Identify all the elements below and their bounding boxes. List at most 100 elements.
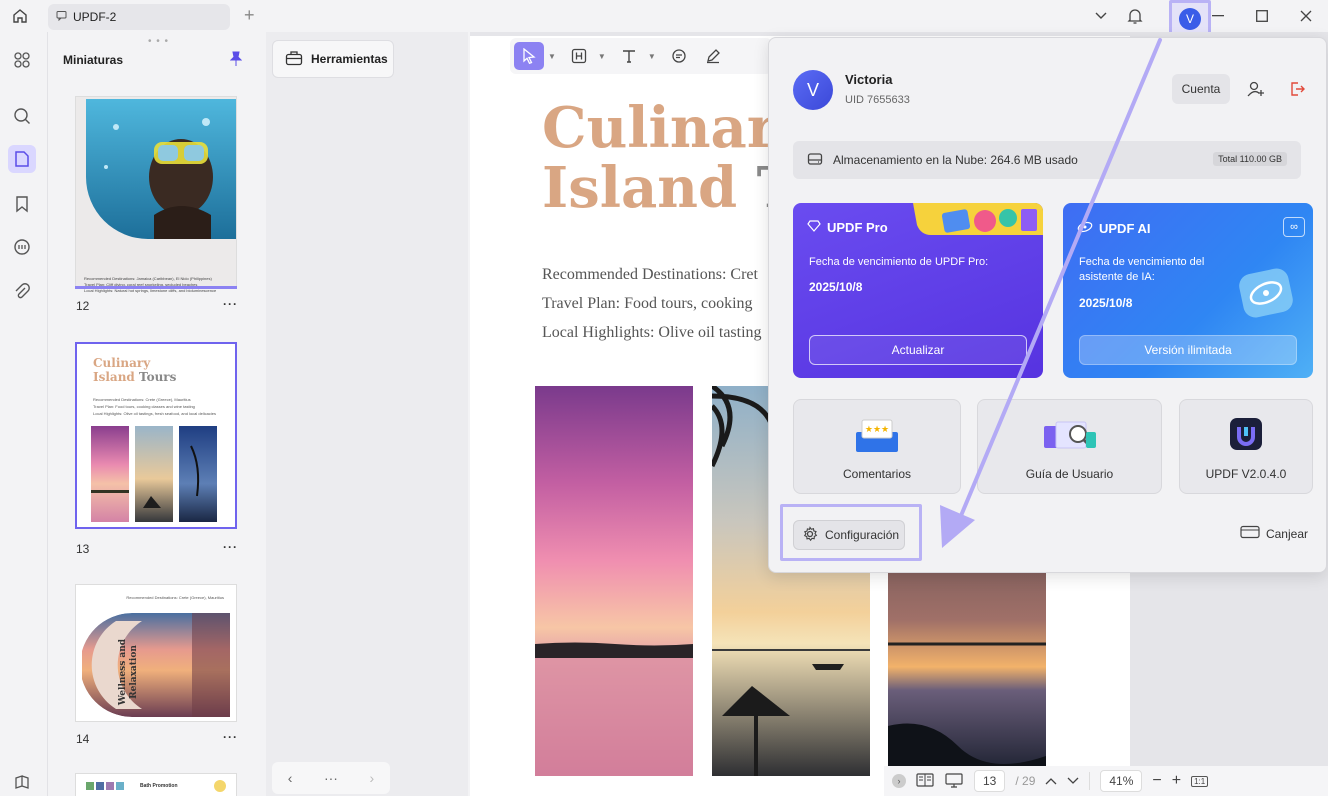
more-icon[interactable]: ··· <box>223 297 238 311</box>
tools-button[interactable]: Herramientas <box>272 40 394 78</box>
account-button[interactable]: Cuenta <box>1172 74 1230 104</box>
comment-tool-icon[interactable] <box>664 42 694 70</box>
select-tool-icon[interactable] <box>514 42 544 70</box>
panel-title: Miniaturas <box>63 53 124 67</box>
thumb-header: Recommended Destinations: Crete (Greece)… <box>126 595 224 600</box>
thumb-line: Travel Plan: Food tours, cooking classes… <box>93 404 195 409</box>
bell-icon[interactable] <box>1118 0 1152 32</box>
thumb-line: Local Highlights: Olive oil tastings, fr… <box>93 411 216 416</box>
user-guide-tile[interactable]: Guía de Usuario <box>977 399 1162 494</box>
sun-icon <box>214 780 226 792</box>
organize-pages-icon[interactable] <box>8 46 36 74</box>
chevron-down-icon[interactable] <box>1084 0 1118 32</box>
attachment-icon[interactable] <box>8 278 36 306</box>
chevron-down-icon[interactable]: ▼ <box>598 52 606 61</box>
thumbnail-number: 13 <box>76 542 90 556</box>
thumb-title: Wellness and Relaxation <box>118 638 139 706</box>
comments-panel-icon[interactable] <box>8 233 36 261</box>
thumbnail-number: 12 <box>76 299 90 313</box>
reading-mode-icon[interactable] <box>916 772 934 790</box>
thumb-title-word: Tours <box>139 370 177 384</box>
text-tool-icon[interactable] <box>614 42 644 70</box>
home-icon[interactable] <box>8 5 32 27</box>
logout-icon[interactable] <box>1286 78 1308 100</box>
zoom-in-icon[interactable]: + <box>1172 772 1181 790</box>
document-text-line: Local Highlights: Olive oil tasting <box>542 324 762 341</box>
comment-icon <box>56 10 67 24</box>
thumbnail-number: 14 <box>76 732 90 746</box>
pen-tool-icon[interactable] <box>698 42 728 70</box>
pin-icon[interactable] <box>229 51 243 70</box>
upgrade-button[interactable]: Actualizar <box>809 335 1027 365</box>
tile-label: Guía de Usuario <box>1025 467 1114 481</box>
thumbnails-icon[interactable] <box>8 145 36 173</box>
actual-size-icon[interactable]: 1:1 <box>1191 775 1209 787</box>
tools-panel: Herramientas ‹ ··· › <box>266 32 468 796</box>
updf-logo-icon <box>1230 418 1262 450</box>
user-avatar[interactable]: V <box>1179 7 1201 30</box>
thumbnail-page-14[interactable]: Recommended Destinations: Crete (Greece)… <box>75 584 237 722</box>
thumbnail-image <box>86 99 236 239</box>
maximize-icon[interactable] <box>1240 0 1284 32</box>
settings-highlight <box>780 504 922 561</box>
page-progress-indicator <box>75 286 237 289</box>
card-title: UPDF Pro <box>807 220 888 235</box>
version-tile[interactable]: UPDF V2.0.4.0 <box>1179 399 1313 494</box>
more-icon[interactable]: ··· <box>223 730 238 744</box>
thumb-swatches <box>86 782 124 790</box>
new-tab-button[interactable]: + <box>244 6 255 24</box>
document-text-line: Travel Plan: Food tours, cooking <box>542 295 753 312</box>
chevron-down-icon[interactable] <box>1067 774 1079 788</box>
title-bar: UPDF-2 + <box>0 0 1328 32</box>
thumbnails-panel: • • • Miniaturas Recommended Destination… <box>47 32 264 796</box>
status-bar: › 13 / 29 41% − + 1:1 <box>884 766 1328 796</box>
redeem-label: Canjear <box>1265 526 1308 541</box>
svg-text:★★★: ★★★ <box>865 424 889 434</box>
unlimited-version-button[interactable]: Versión ilimitada <box>1079 335 1297 365</box>
updf-pro-card: UPDF Pro Fecha de vencimiento de UPDF Pr… <box>793 203 1043 378</box>
account-uid: UID 7655633 <box>845 94 910 106</box>
chevron-down-icon[interactable]: ▼ <box>648 52 656 61</box>
chevron-up-icon[interactable] <box>1045 774 1057 788</box>
pro-title: UPDF Pro <box>827 220 888 235</box>
zoom-out-icon[interactable]: − <box>1152 772 1161 790</box>
bookmark-icon[interactable] <box>8 190 36 218</box>
unlimited-badge: ∞ <box>1283 217 1305 237</box>
title-word: Island <box>542 155 738 221</box>
chevron-left-icon[interactable]: ‹ <box>288 770 293 786</box>
tile-label: Comentarios <box>842 467 912 481</box>
redeem-button[interactable]: Canjear <box>1240 525 1308 542</box>
page-number-input[interactable]: 13 <box>974 770 1006 792</box>
presentation-icon[interactable] <box>944 772 964 791</box>
thumbnail-page-15[interactable]: Bath Promotion <box>75 773 237 796</box>
ai-expiry-date: 2025/10/8 <box>1079 296 1133 310</box>
layers-icon[interactable] <box>8 768 36 796</box>
search-icon[interactable] <box>8 102 36 130</box>
chevron-down-icon[interactable]: ▼ <box>548 52 556 61</box>
thumb-title-word: Island <box>93 370 135 384</box>
header-tool-icon[interactable] <box>564 42 594 70</box>
close-icon[interactable] <box>1284 0 1328 32</box>
account-name: Victoria <box>845 72 893 87</box>
document-text-line: Recommended Destinations: Cret <box>542 266 758 283</box>
thumbnail-page-12[interactable] <box>75 96 237 288</box>
more-icon[interactable]: ··· <box>223 540 238 554</box>
drag-handle-icon[interactable]: • • • <box>148 36 169 47</box>
chevron-right-icon[interactable]: › <box>370 770 375 786</box>
tools-label: Herramientas <box>311 52 388 66</box>
pro-expiry-label: Fecha de vencimiento de UPDF Pro: <box>809 256 989 268</box>
storage-icon <box>807 152 823 169</box>
ai-title: UPDF AI <box>1099 221 1151 236</box>
storage-text: Almacenamiento en la Nube: 264.6 MB usad… <box>833 153 1078 167</box>
add-user-icon[interactable] <box>1245 78 1267 100</box>
comments-tile[interactable]: ★★★ Comentarios <box>793 399 961 494</box>
updf-ai-card: UPDF AI ∞ Fecha de vencimiento del asist… <box>1063 203 1313 378</box>
sunset-photo-1 <box>535 386 693 776</box>
thumbnail-page-13[interactable]: Culinary Island Tours Recommended Destin… <box>75 342 237 529</box>
collapse-icon[interactable]: › <box>892 774 906 788</box>
user-guide-icon <box>1043 421 1096 449</box>
zoom-level[interactable]: 41% <box>1100 770 1143 792</box>
document-tab[interactable]: UPDF-2 <box>48 4 230 30</box>
decorative-stickers <box>913 203 1043 235</box>
more-icon[interactable]: ··· <box>324 770 338 786</box>
